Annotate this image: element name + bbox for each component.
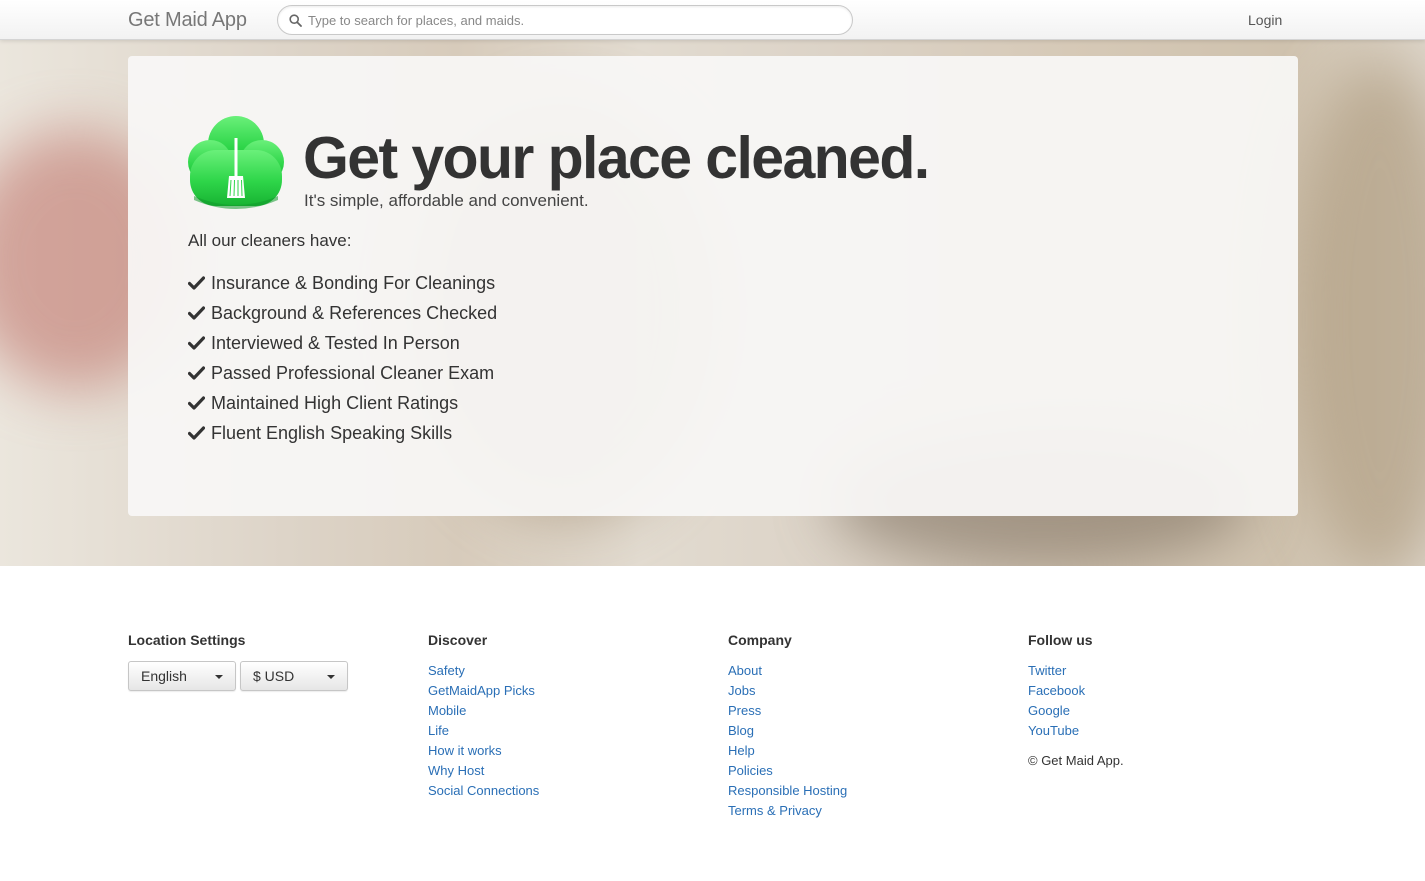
currency-dropdown[interactable]: $ USD — [240, 661, 348, 691]
follow-us-heading: Follow us — [1028, 632, 1093, 648]
hero-card: Get your place cleaned. It's simple, aff… — [128, 56, 1298, 516]
discover-heading: Discover — [428, 632, 488, 648]
hero-headline: Get your place cleaned. — [303, 125, 930, 191]
company-heading: Company — [728, 632, 792, 648]
checkmark-icon — [188, 366, 205, 380]
footer-follow-us: Follow us Twitter Facebook Google YouTub… — [1028, 632, 1124, 771]
footer-link-facebook[interactable]: Facebook — [1028, 681, 1124, 701]
top-navbar: Get Maid App Login — [0, 0, 1425, 40]
checkmark-icon — [188, 426, 205, 440]
feature-label: Passed Professional Cleaner Exam — [211, 362, 495, 383]
feature-label: Maintained High Client Ratings — [211, 392, 459, 413]
search-input[interactable] — [308, 11, 838, 29]
footer-link-picks[interactable]: GetMaidApp Picks — [428, 681, 539, 701]
footer-link-twitter[interactable]: Twitter — [1028, 661, 1124, 681]
footer-link-google[interactable]: Google — [1028, 701, 1124, 721]
feature-item: Fluent English Speaking Skills — [188, 418, 497, 448]
footer-company: Company About Jobs Press Blog Help Polic… — [728, 632, 847, 821]
feature-item: Insurance & Bonding For Cleanings — [188, 268, 497, 298]
copyright-text: © Get Maid App. — [1028, 753, 1124, 768]
feature-label: Insurance & Bonding For Cleanings — [211, 272, 496, 293]
feature-item: Passed Professional Cleaner Exam — [188, 358, 497, 388]
location-settings-heading: Location Settings — [128, 632, 246, 648]
feature-item: Background & References Checked — [188, 298, 497, 328]
feature-item: Interviewed & Tested In Person — [188, 328, 497, 358]
footer-link-jobs[interactable]: Jobs — [728, 681, 847, 701]
checkmark-icon — [188, 396, 205, 410]
footer-link-about[interactable]: About — [728, 661, 847, 681]
search-box[interactable] — [277, 5, 853, 35]
feature-label: Fluent English Speaking Skills — [211, 422, 453, 443]
footer-link-mobile[interactable]: Mobile — [428, 701, 539, 721]
chevron-down-icon — [327, 675, 335, 679]
footer-link-press[interactable]: Press — [728, 701, 847, 721]
feature-label: Interviewed & Tested In Person — [211, 332, 460, 353]
footer-link-terms-privacy[interactable]: Terms & Privacy — [728, 801, 847, 821]
language-value: English — [141, 668, 187, 684]
feature-item: Maintained High Client Ratings — [188, 388, 497, 418]
footer-discover: Discover Safety GetMaidApp Picks Mobile … — [428, 632, 539, 801]
language-dropdown[interactable]: English — [128, 661, 236, 691]
green-cloud-broom-icon — [188, 116, 284, 209]
footer-link-responsible-hosting[interactable]: Responsible Hosting — [728, 781, 847, 801]
hero-section: Get your place cleaned. It's simple, aff… — [0, 40, 1425, 566]
checkmark-icon — [188, 276, 205, 290]
hero-tagline: It's simple, affordable and convenient. — [304, 191, 589, 210]
checkmark-icon — [188, 336, 205, 350]
checkmark-icon — [188, 306, 205, 320]
feature-label: Background & References Checked — [211, 302, 498, 323]
chevron-down-icon — [215, 675, 223, 679]
search-icon — [289, 14, 302, 27]
footer-link-why-host[interactable]: Why Host — [428, 761, 539, 781]
footer: Location Settings English $ USD Discover… — [0, 566, 1425, 881]
footer-link-safety[interactable]: Safety — [428, 661, 539, 681]
footer-link-life[interactable]: Life — [428, 721, 539, 741]
currency-value: $ USD — [253, 668, 295, 684]
features-list: Insurance & Bonding For Cleanings Backgr… — [188, 268, 497, 448]
footer-link-help[interactable]: Help — [728, 741, 847, 761]
background-blur — [1290, 60, 1425, 566]
footer-link-policies[interactable]: Policies — [728, 761, 847, 781]
footer-link-youtube[interactable]: YouTube — [1028, 721, 1124, 741]
footer-link-social-connections[interactable]: Social Connections — [428, 781, 539, 801]
footer-link-how-it-works[interactable]: How it works — [428, 741, 539, 761]
brand-logo-link[interactable]: Get Maid App — [128, 9, 247, 32]
features-intro: All our cleaners have: — [188, 231, 352, 250]
login-link[interactable]: Login — [1248, 12, 1282, 28]
footer-link-blog[interactable]: Blog — [728, 721, 847, 741]
footer-location-settings: Location Settings — [128, 632, 245, 661]
